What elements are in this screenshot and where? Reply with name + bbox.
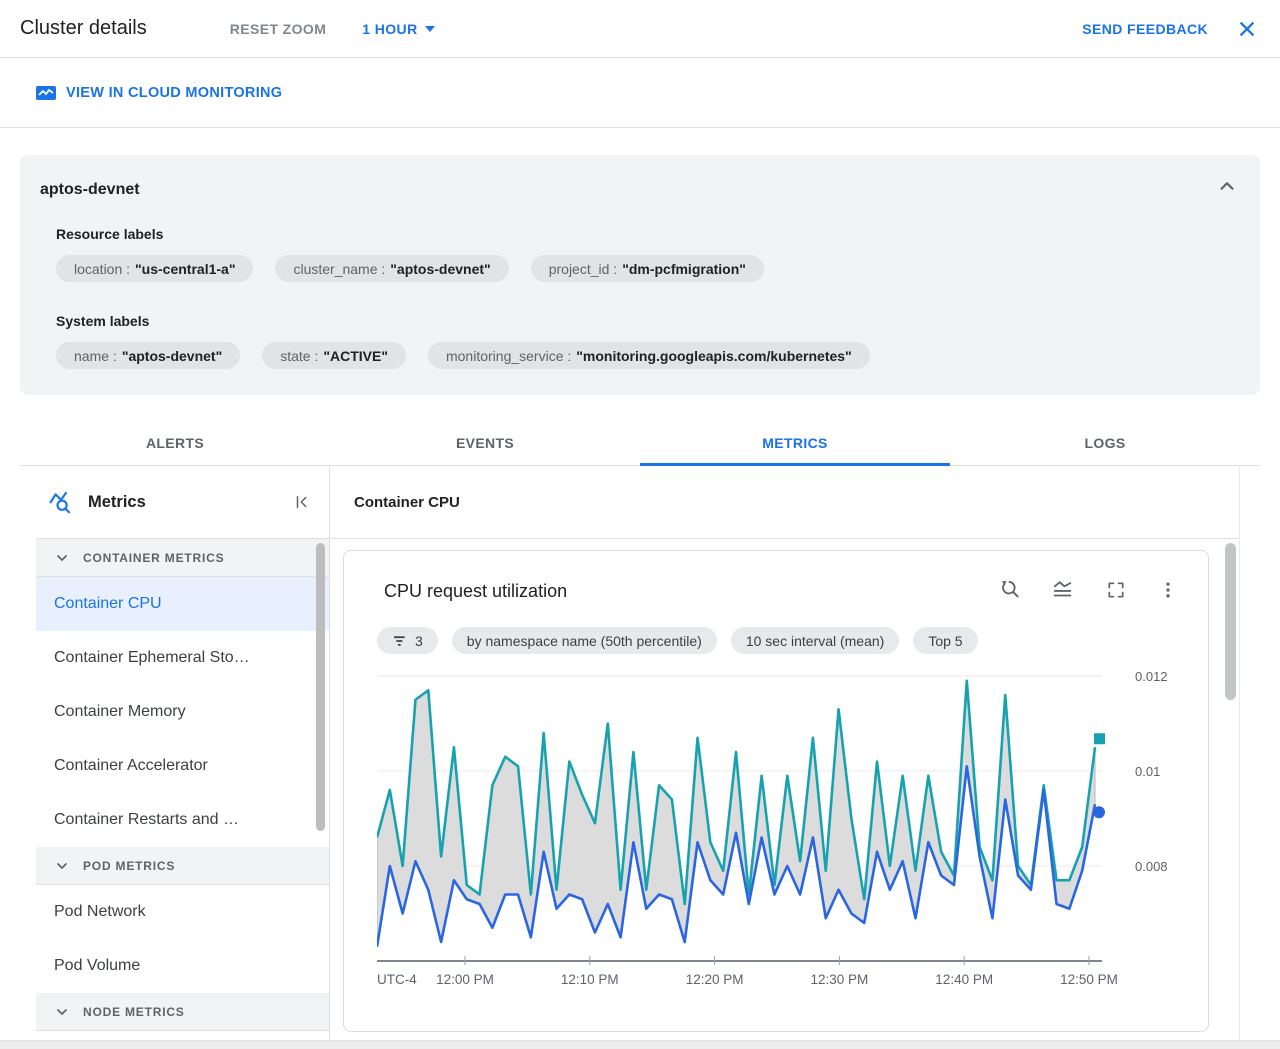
svg-text:0.012: 0.012 xyxy=(1135,669,1168,684)
chart-filter-row: 3 by namespace name (50th percentile) 10… xyxy=(377,627,978,654)
sidebar-item-container-accelerator[interactable]: Container Accelerator xyxy=(36,739,329,793)
label-chip[interactable]: cluster_name : "aptos-devnet" xyxy=(275,255,509,282)
svg-text:12:20 PM: 12:20 PM xyxy=(686,972,744,987)
svg-text:12:50 PM: 12:50 PM xyxy=(1060,972,1118,987)
chart-panel: Container CPU CPU request utilization 3 … xyxy=(331,466,1240,1040)
tab-events[interactable]: EVENTS xyxy=(330,420,640,465)
metrics-sidebar: Metrics CONTAINER METRICS Container CPU … xyxy=(36,466,330,1040)
reset-zoom-button[interactable]: RESET ZOOM xyxy=(230,21,327,37)
filter-count-chip[interactable]: 3 xyxy=(377,627,438,654)
sidebar-header: Metrics xyxy=(36,466,329,539)
close-icon xyxy=(1239,21,1255,36)
svg-text:12:00 PM: 12:00 PM xyxy=(436,972,494,987)
page-title: Cluster details xyxy=(20,17,147,39)
label-chip[interactable]: name : "aptos-devnet" xyxy=(56,342,241,369)
waves-icon xyxy=(1053,581,1072,597)
fullscreen-icon xyxy=(1108,582,1124,598)
label-chip[interactable]: monitoring_service : "monitoring.googlea… xyxy=(427,342,870,369)
chevron-down-icon xyxy=(57,1008,67,1015)
time-range-dropdown[interactable]: 1 HOUR xyxy=(362,20,435,37)
collapse-sidebar-button[interactable] xyxy=(293,493,311,511)
collapse-left-icon xyxy=(296,496,307,508)
svg-text:12:30 PM: 12:30 PM xyxy=(811,972,869,987)
filter-icon xyxy=(394,635,405,646)
label-chip[interactable]: location : "us-central1-a" xyxy=(56,255,254,282)
cpu-utilization-chart[interactable]: 0.012 0.01 0.008 12:00 PM 12:10 PM 12:20 PM 12… xyxy=(377,669,1177,989)
time-range-value: 1 HOUR xyxy=(362,20,418,37)
sidebar-item-container-restarts[interactable]: Container Restarts and … xyxy=(36,793,329,847)
tab-logs[interactable]: LOGS xyxy=(950,420,1260,465)
header: Cluster details RESET ZOOM 1 HOUR SEND F… xyxy=(0,0,1280,58)
cpu-chart-card: CPU request utilization 3 by namespace n… xyxy=(343,550,1209,1032)
view-in-cloud-monitoring-link[interactable]: VIEW IN CLOUD MONITORING xyxy=(36,85,282,101)
section-node-metrics[interactable]: NODE METRICS xyxy=(36,993,329,1031)
sidebar-item-container-cpu[interactable]: Container CPU xyxy=(36,577,329,631)
group-by-chip[interactable]: by namespace name (50th percentile) xyxy=(451,627,717,654)
chevron-down-icon xyxy=(424,25,435,32)
more-vert-icon xyxy=(1166,582,1170,598)
chevron-down-icon xyxy=(57,862,67,869)
collapse-card-button[interactable] xyxy=(1216,175,1238,202)
zoom-reset-icon xyxy=(1001,580,1019,598)
svg-text:0.01: 0.01 xyxy=(1135,764,1160,779)
bottom-edge xyxy=(0,1040,1280,1049)
cluster-name: aptos-devnet xyxy=(40,181,140,198)
tab-alerts[interactable]: ALERTS xyxy=(20,420,330,465)
chevron-up-icon xyxy=(1220,182,1234,190)
system-labels-title: System labels xyxy=(56,313,150,329)
send-feedback-button[interactable]: SEND FEEDBACK xyxy=(1082,21,1208,37)
panel-scrollbar[interactable] xyxy=(1225,543,1236,700)
sidebar-item-pod-network[interactable]: Pod Network xyxy=(36,885,329,939)
monitoring-chart-icon xyxy=(36,86,56,100)
close-button[interactable] xyxy=(1236,18,1258,40)
label-chip[interactable]: state : "ACTIVE" xyxy=(262,342,406,369)
svg-text:12:40 PM: 12:40 PM xyxy=(935,972,993,987)
sidebar-scrollbar[interactable] xyxy=(316,543,325,831)
sidebar-title: Metrics xyxy=(88,492,146,511)
section-pod-metrics[interactable]: POD METRICS xyxy=(36,847,329,885)
sidebar-item-container-memory[interactable]: Container Memory xyxy=(36,685,329,739)
chart-title: CPU request utilization xyxy=(384,581,568,601)
fullscreen-button[interactable] xyxy=(1106,580,1126,600)
panel-title: Container CPU xyxy=(354,493,460,511)
interval-chip[interactable]: 10 sec interval (mean) xyxy=(730,627,900,654)
metrics-content: Metrics CONTAINER METRICS Container CPU … xyxy=(36,466,1240,1040)
chevron-down-icon xyxy=(57,554,67,561)
system-labels-row: name : "aptos-devnet" state : "ACTIVE" m… xyxy=(56,342,870,369)
svg-text:0.008: 0.008 xyxy=(1135,859,1168,874)
svg-text:12:10 PM: 12:10 PM xyxy=(561,972,619,987)
more-options-button[interactable] xyxy=(1158,580,1178,600)
view-mode-button[interactable] xyxy=(1052,579,1074,601)
panel-header: Container CPU xyxy=(331,466,1239,539)
label-chip[interactable]: project_id : "dm-pcfmigration" xyxy=(530,255,764,282)
sidebar-item-container-ephemeral-storage[interactable]: Container Ephemeral Sto… xyxy=(36,631,329,685)
section-container-metrics[interactable]: CONTAINER METRICS xyxy=(36,539,329,577)
cluster-summary-card: aptos-devnet Resource labels location : … xyxy=(20,155,1260,395)
zoom-reset-button[interactable] xyxy=(998,579,1020,601)
resource-labels-row: location : "us-central1-a" cluster_name … xyxy=(56,255,764,282)
top5-chip[interactable]: Top 5 xyxy=(913,627,978,654)
tab-metrics[interactable]: METRICS xyxy=(640,420,950,466)
tab-bar: ALERTS EVENTS METRICS LOGS xyxy=(20,420,1260,466)
monitoring-row: VIEW IN CLOUD MONITORING xyxy=(0,59,1280,128)
resource-labels-title: Resource labels xyxy=(56,226,164,242)
chart-toolbar xyxy=(998,579,1178,601)
sidebar-item-pod-volume[interactable]: Pod Volume xyxy=(36,939,329,993)
metrics-search-icon xyxy=(48,489,74,515)
svg-text:UTC-4: UTC-4 xyxy=(377,972,417,987)
